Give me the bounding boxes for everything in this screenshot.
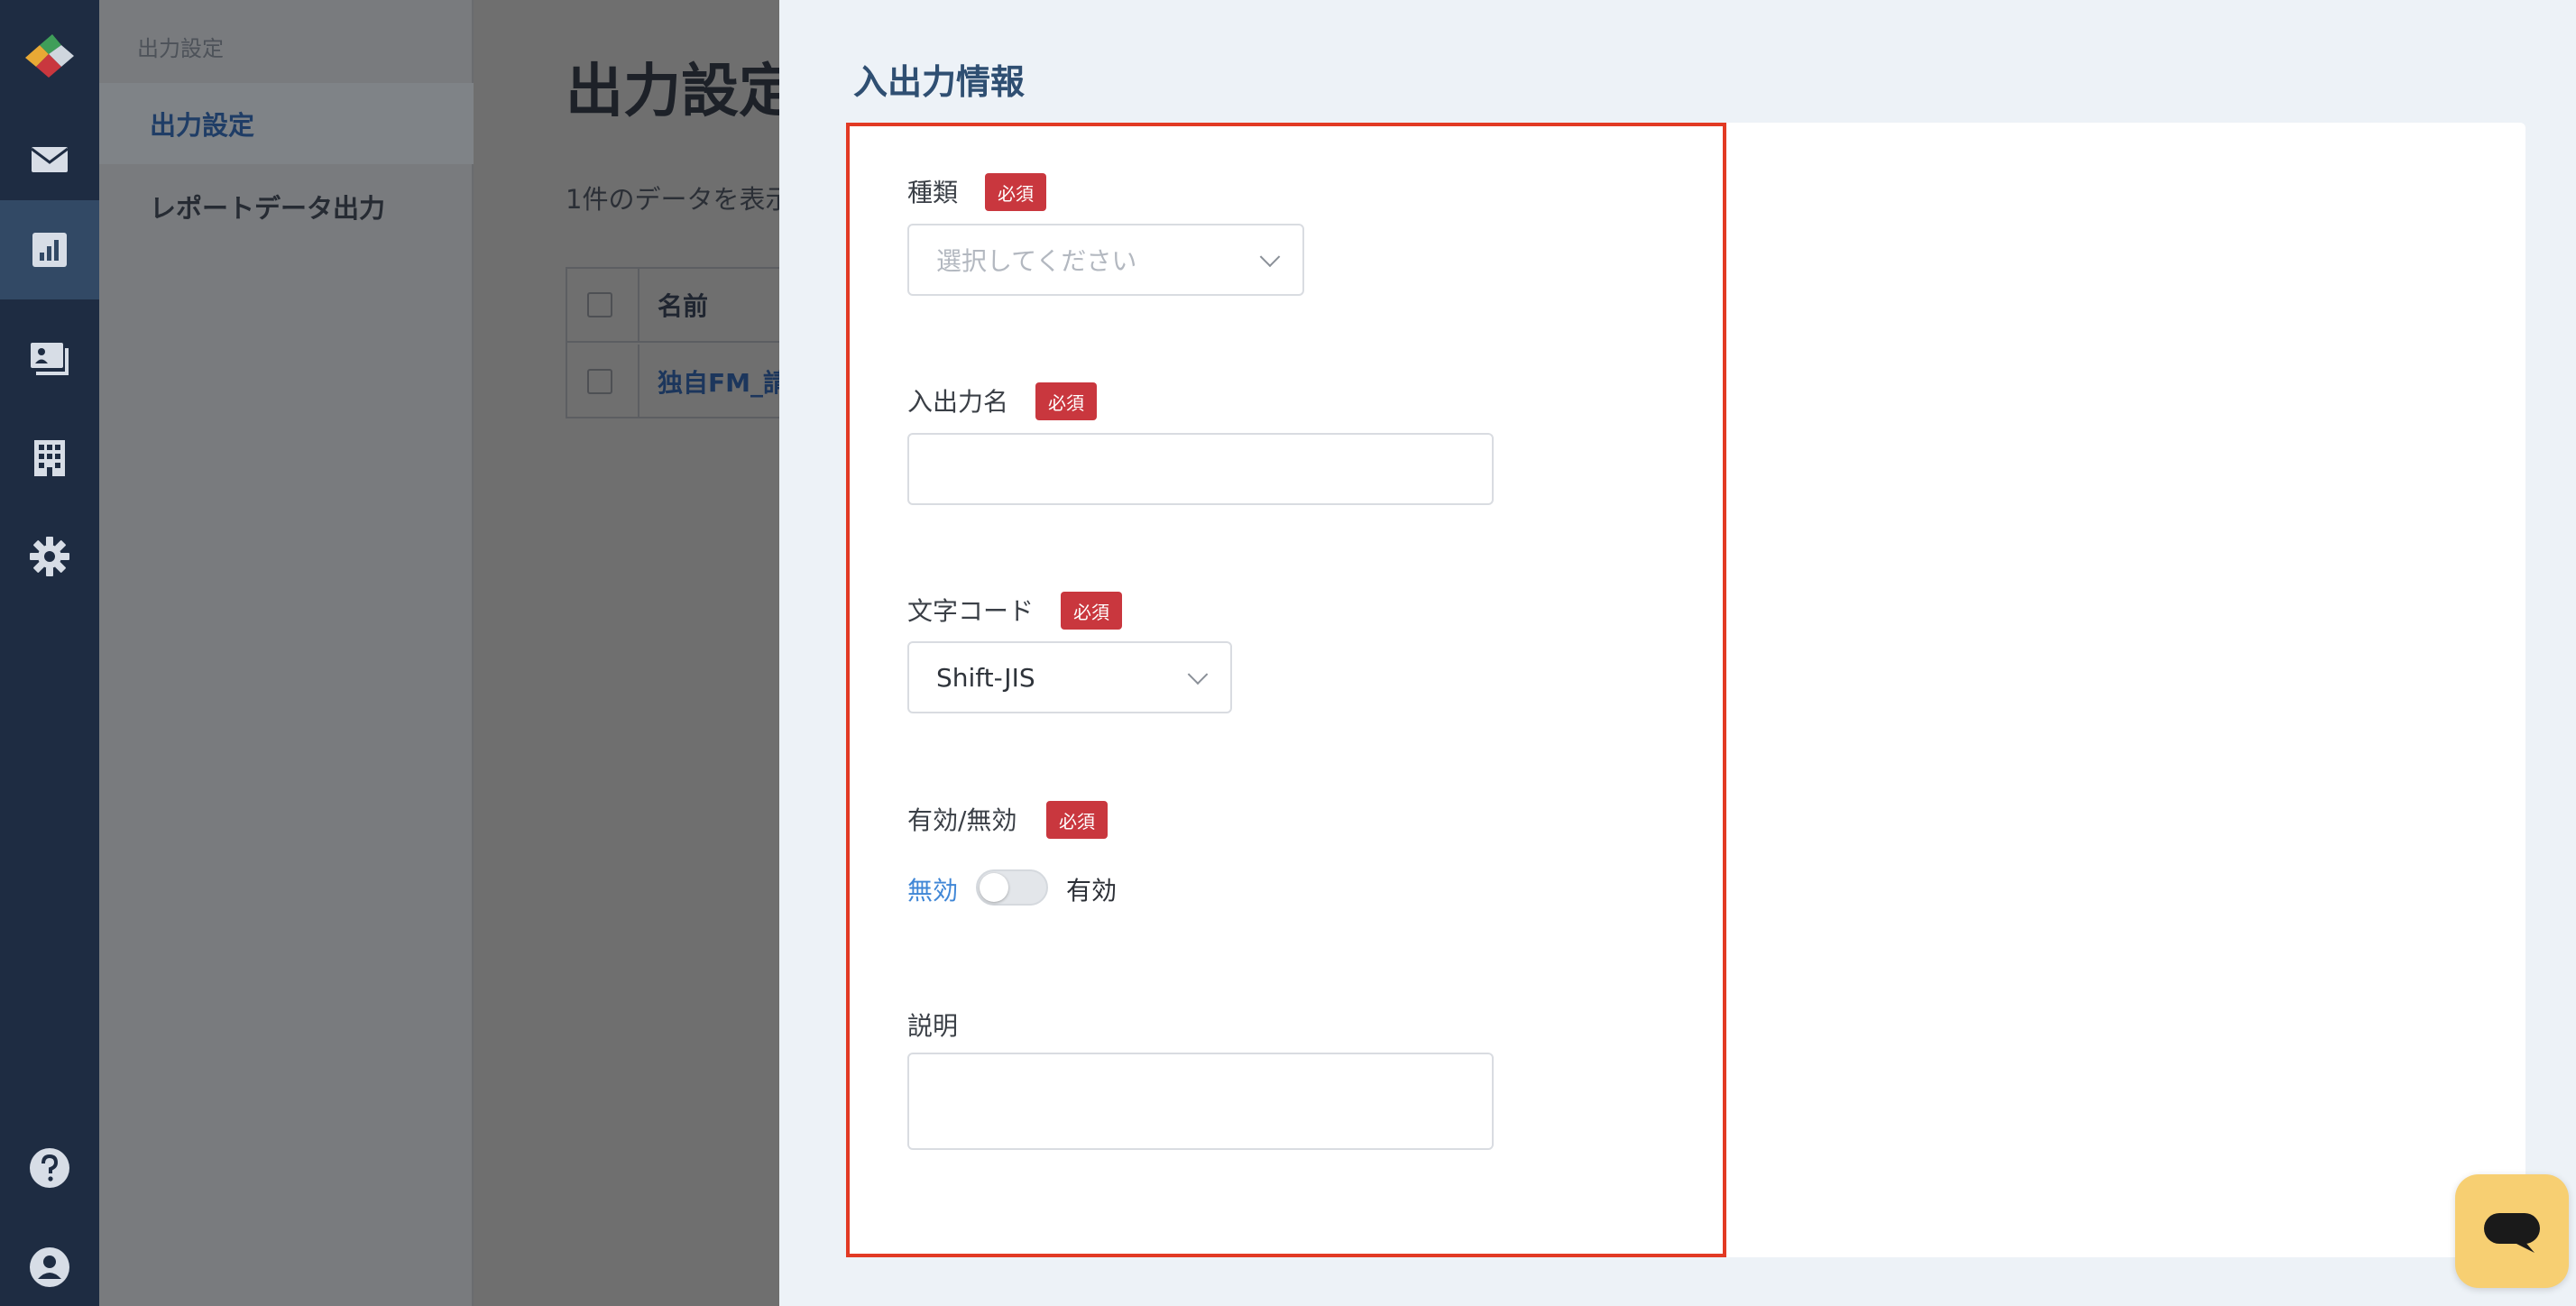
enabled-label: 有効/無効 bbox=[907, 805, 1017, 835]
column-header-name[interactable]: 名前 bbox=[658, 287, 708, 323]
io-name-input[interactable] bbox=[907, 433, 1494, 505]
nav-item-report-export[interactable]: レポートデータ出力 bbox=[99, 166, 474, 247]
app-root: 出力設定 出力設定 レポートデータ出力 出力設定 1件のデータを表示 名前 独自… bbox=[0, 0, 2576, 1306]
toggle-knob bbox=[980, 873, 1008, 902]
rail-item-reports[interactable] bbox=[0, 200, 99, 299]
app-logo[interactable] bbox=[18, 25, 81, 88]
io-info-drawer: 入出力情報 種類 必須 選択してください 入出力名 必須 文字コード 必須 Sh… bbox=[779, 0, 2576, 1306]
secondary-nav: 出力設定 出力設定 レポートデータ出力 bbox=[99, 0, 474, 1306]
chart-icon bbox=[32, 233, 67, 267]
type-select[interactable]: 選択してください bbox=[907, 224, 1304, 296]
page-title: 出力設定 bbox=[566, 59, 796, 125]
row-checkbox[interactable] bbox=[587, 369, 612, 394]
nav-item-output-settings[interactable]: 出力設定 bbox=[99, 83, 474, 164]
card-icon bbox=[31, 343, 69, 375]
gear-icon bbox=[30, 537, 69, 576]
nav-section-title: 出力設定 bbox=[137, 36, 224, 61]
description-textarea[interactable] bbox=[907, 1053, 1494, 1150]
chevron-down-icon bbox=[1187, 664, 1209, 685]
help-icon bbox=[30, 1148, 69, 1188]
type-required-badge: 必須 bbox=[985, 173, 1046, 211]
enabled-toggle[interactable] bbox=[976, 869, 1048, 906]
rail-item-settings[interactable] bbox=[0, 507, 99, 606]
chevron-down-icon bbox=[1259, 246, 1281, 268]
user-icon bbox=[30, 1247, 69, 1287]
rail-item-account[interactable] bbox=[0, 1218, 99, 1306]
encoding-required-badge: 必須 bbox=[1061, 592, 1122, 630]
rail-item-mail[interactable] bbox=[0, 110, 99, 209]
select-all-checkbox[interactable] bbox=[587, 292, 612, 317]
enabled-required-badge: 必須 bbox=[1046, 801, 1108, 839]
mail-icon bbox=[31, 147, 69, 172]
type-select-placeholder: 選択してください bbox=[936, 246, 1137, 276]
encoding-select-value: Shift-JIS bbox=[936, 662, 1035, 693]
type-label: 種類 bbox=[907, 178, 959, 207]
rail-item-organization[interactable] bbox=[0, 408, 99, 507]
io-name-label: 入出力名 bbox=[907, 387, 1009, 417]
encoding-label: 文字コード bbox=[907, 596, 1035, 626]
toggle-on-label: 有効 bbox=[1066, 876, 1118, 906]
chat-button[interactable] bbox=[2455, 1174, 2569, 1288]
rail-item-help[interactable] bbox=[0, 1118, 99, 1218]
encoding-select[interactable]: Shift-JIS bbox=[907, 641, 1232, 713]
icon-rail bbox=[0, 0, 99, 1306]
record-count: 1件のデータを表示 bbox=[566, 184, 792, 215]
row-name-link[interactable]: 独自FM_請 bbox=[658, 363, 788, 400]
io-name-required-badge: 必須 bbox=[1035, 382, 1097, 420]
rail-item-media[interactable] bbox=[0, 308, 99, 408]
toggle-off-label: 無効 bbox=[907, 876, 959, 906]
description-label: 説明 bbox=[907, 1011, 959, 1041]
drawer-title: 入出力情報 bbox=[853, 62, 1026, 102]
chat-bubble-icon bbox=[2484, 1213, 2540, 1253]
building-icon bbox=[34, 440, 65, 476]
